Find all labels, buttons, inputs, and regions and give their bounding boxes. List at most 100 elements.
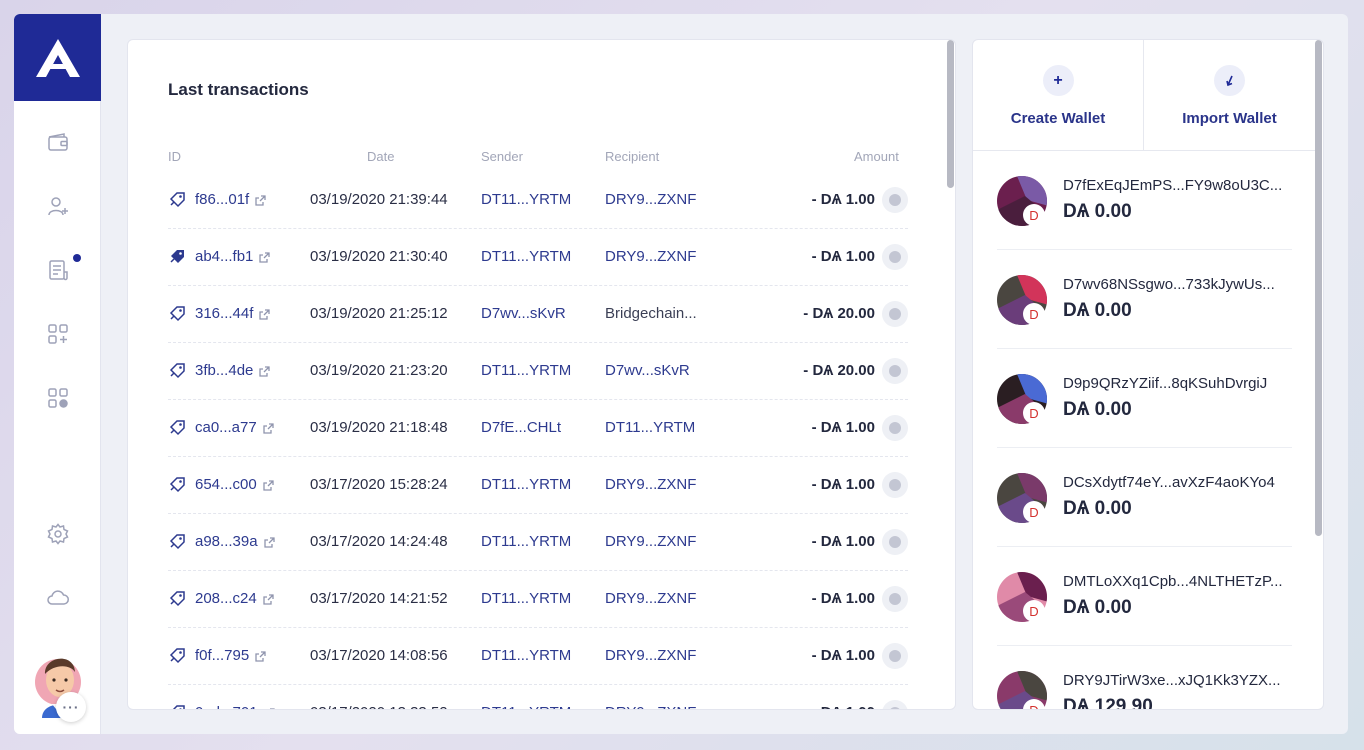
- external-link-icon[interactable]: [262, 479, 275, 492]
- table-row[interactable]: a98...39a 03/17/2020 14:24:48 DT11...YRTM D…: [168, 514, 908, 571]
- plugin-manage-icon[interactable]: [14, 374, 101, 422]
- transaction-date: 03/17/2020 14:08:56: [310, 647, 448, 664]
- table-row[interactable]: ab4...fb1 03/19/2020 21:30:40 DT11...YRTM D…: [168, 229, 908, 286]
- notification-dot: [73, 254, 81, 262]
- external-link-icon[interactable]: [258, 365, 271, 378]
- wallet-identicon: D: [997, 374, 1049, 426]
- external-link-icon[interactable]: [263, 536, 276, 549]
- external-link-icon[interactable]: [254, 650, 267, 663]
- transaction-id-link[interactable]: f0f...795: [168, 628, 267, 684]
- table-row[interactable]: 0ad...701 03/17/2020 13:33:52 DT11...YRTM D…: [168, 685, 908, 709]
- transaction-recipient[interactable]: DRY9...ZXNF: [605, 628, 696, 684]
- transaction-id-link[interactable]: ca0...a77: [168, 400, 275, 456]
- sidebar: ···: [14, 14, 101, 734]
- cloud-icon[interactable]: [14, 574, 101, 622]
- transaction-sender[interactable]: D7fE...CHLt: [481, 400, 561, 456]
- transaction-id: 0ad...701: [195, 685, 258, 709]
- external-link-icon[interactable]: [262, 422, 275, 435]
- tag-icon: [168, 703, 188, 709]
- transaction-recipient[interactable]: DRY9...ZXNF: [605, 172, 696, 228]
- wallet-address: D7wv68NSsgwo...733kJywUs...: [1063, 276, 1275, 293]
- external-link-icon[interactable]: [263, 707, 276, 709]
- transaction-amount: - DѦ 1.00: [811, 248, 875, 265]
- transactions-scrollbar[interactable]: [945, 40, 955, 709]
- transaction-date: 03/19/2020 21:25:12: [310, 305, 448, 322]
- add-contact-icon[interactable]: [14, 182, 101, 230]
- settings-icon[interactable]: [14, 510, 101, 558]
- transaction-sender[interactable]: DT11...YRTM: [481, 172, 571, 228]
- tag-icon: [168, 190, 188, 210]
- tag-icon: [168, 304, 188, 324]
- wallet-badge: D: [1029, 703, 1038, 710]
- status-indicator: [882, 415, 908, 441]
- transaction-recipient[interactable]: DRY9...ZXNF: [605, 514, 696, 570]
- scrollbar-thumb[interactable]: [1315, 40, 1322, 536]
- wallet-item[interactable]: D DCsXdytf74eY...avXzF4aoKYo4 DѦ 0.00: [997, 448, 1292, 547]
- transaction-id-link[interactable]: 208...c24: [168, 571, 275, 627]
- document-icon[interactable]: [14, 246, 101, 294]
- panel-title: Last transactions: [168, 80, 309, 99]
- transaction-sender[interactable]: DT11...YRTM: [481, 571, 571, 627]
- transaction-sender[interactable]: DT11...YRTM: [481, 457, 571, 513]
- transaction-recipient[interactable]: DRY9...ZXNF: [605, 571, 696, 627]
- table-row[interactable]: f86...01f 03/19/2020 21:39:44 DT11...YRTM D…: [168, 172, 908, 229]
- transaction-id-link[interactable]: 3fb...4de: [168, 343, 271, 399]
- transaction-recipient[interactable]: Bridgechain...: [605, 286, 697, 342]
- transaction-id: f0f...795: [195, 647, 250, 664]
- transaction-sender[interactable]: DT11...YRTM: [481, 685, 571, 709]
- table-row[interactable]: ca0...a77 03/19/2020 21:18:48 D7fE...CHLt D…: [168, 400, 908, 457]
- more-options-icon[interactable]: ···: [56, 692, 86, 722]
- wallet-icon[interactable]: [14, 118, 101, 166]
- transaction-recipient[interactable]: D7wv...sKvR: [605, 343, 690, 399]
- import-wallet-button[interactable]: Import Wallet: [1144, 40, 1315, 151]
- transaction-sender[interactable]: DT11...YRTM: [481, 514, 571, 570]
- transaction-sender[interactable]: DT11...YRTM: [481, 229, 571, 285]
- ark-logo-icon[interactable]: [14, 14, 101, 101]
- wallet-item[interactable]: D D7wv68NSsgwo...733kJywUs... DѦ 0.00: [997, 250, 1292, 349]
- table-row[interactable]: 654...c00 03/17/2020 15:28:24 DT11...YRTM D…: [168, 457, 908, 514]
- transaction-sender[interactable]: DT11...YRTM: [481, 628, 571, 684]
- create-wallet-button[interactable]: + Create Wallet: [973, 40, 1144, 151]
- tag-icon: [168, 475, 188, 495]
- transaction-id-link[interactable]: 316...44f: [168, 286, 271, 342]
- transaction-date: 03/17/2020 14:24:48: [310, 533, 448, 550]
- tag-icon: [168, 418, 188, 438]
- transaction-id: ca0...a77: [195, 419, 257, 436]
- transaction-id-link[interactable]: 0ad...701: [168, 685, 276, 709]
- transaction-sender[interactable]: D7wv...sKvR: [481, 286, 566, 342]
- wallet-item[interactable]: D D9p9QRzYZiif...8qKSuhDvrgiJ DѦ 0.00: [997, 349, 1292, 448]
- transaction-id-link[interactable]: ab4...fb1: [168, 229, 271, 285]
- external-link-icon[interactable]: [258, 251, 271, 264]
- table-row[interactable]: 208...c24 03/17/2020 14:21:52 DT11...YRTM D…: [168, 571, 908, 628]
- wallet-actions: + Create Wallet Import Wallet: [973, 40, 1315, 151]
- transaction-id: 3fb...4de: [195, 362, 254, 379]
- transactions-panel: Last transactions ID Date Sender Recipie…: [127, 39, 956, 710]
- wallets-scrollbar[interactable]: [1313, 40, 1323, 709]
- wallet-item[interactable]: D DMTLoXXq1Cpb...4NLTHETzP... DѦ 0.00: [997, 547, 1292, 646]
- transaction-id-link[interactable]: f86...01f: [168, 172, 267, 228]
- transaction-recipient[interactable]: DT11...YRTM: [605, 400, 695, 456]
- transaction-recipient[interactable]: DRY9...ZXNF: [605, 685, 696, 709]
- wallet-item[interactable]: D DRY9JTirW3xe...xJQ1Kk3YZX... DѦ 129.90: [997, 646, 1292, 710]
- transaction-amount: - DѦ 1.00: [812, 685, 875, 709]
- external-link-icon[interactable]: [262, 593, 275, 606]
- plugin-add-icon[interactable]: [14, 310, 101, 358]
- tag-icon: [168, 532, 188, 552]
- transaction-sender[interactable]: DT11...YRTM: [481, 343, 571, 399]
- transaction-id-link[interactable]: 654...c00: [168, 457, 275, 513]
- transaction-amount: - DѦ 1.00: [811, 590, 875, 607]
- table-row[interactable]: 3fb...4de 03/19/2020 21:23:20 DT11...YRTM D…: [168, 343, 908, 400]
- external-link-icon[interactable]: [258, 308, 271, 321]
- external-link-icon[interactable]: [254, 194, 267, 207]
- transaction-id-link[interactable]: a98...39a: [168, 514, 276, 570]
- wallet-identicon: D: [997, 473, 1049, 525]
- wallet-item[interactable]: D D7fExEqJEmPS...FY9w8oU3C... DѦ 0.00: [997, 151, 1292, 250]
- create-wallet-label: Create Wallet: [1010, 110, 1106, 127]
- wallets-panel: + Create Wallet Import Wallet D D7fExEqJE…: [972, 39, 1324, 710]
- transaction-recipient[interactable]: DRY9...ZXNF: [605, 229, 696, 285]
- transaction-date: 03/17/2020 15:28:24: [310, 476, 448, 493]
- table-row[interactable]: 316...44f 03/19/2020 21:25:12 D7wv...sKvR B…: [168, 286, 908, 343]
- table-row[interactable]: f0f...795 03/17/2020 14:08:56 DT11...YRTM D…: [168, 628, 908, 685]
- transaction-recipient[interactable]: DRY9...ZXNF: [605, 457, 696, 513]
- scrollbar-thumb[interactable]: [947, 40, 954, 188]
